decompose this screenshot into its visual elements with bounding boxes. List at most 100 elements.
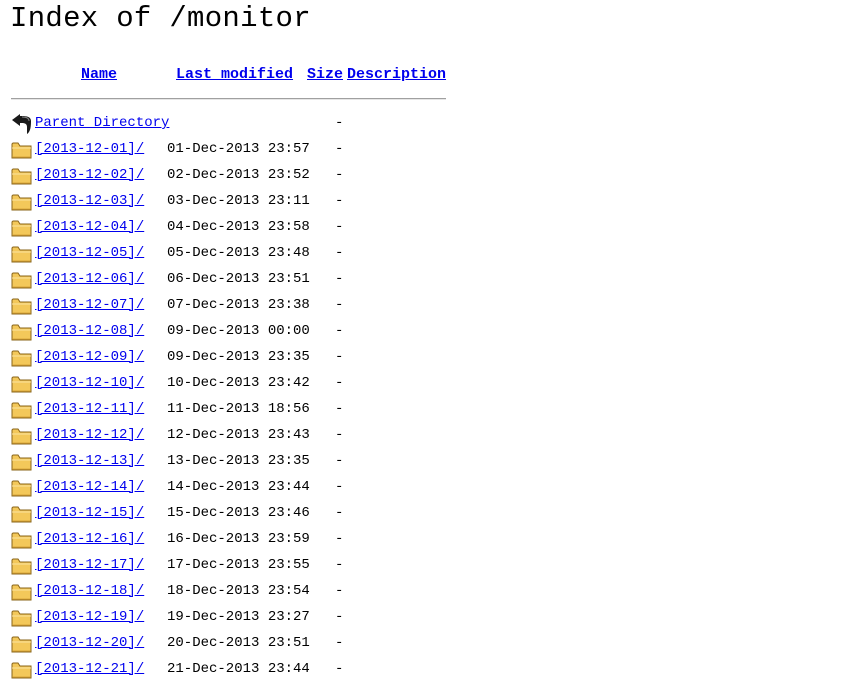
directory-row: [2013-12-17]/ 17-Dec-2013 23:55 - xyxy=(0,553,861,579)
size-value: - xyxy=(335,609,344,625)
size-value: - xyxy=(335,661,344,677)
directory-link[interactable]: [2013-12-09]/ xyxy=(35,349,144,365)
last-modified-value: 18-Dec-2013 23:54 xyxy=(167,583,310,599)
last-modified-value: 11-Dec-2013 18:56 xyxy=(167,401,310,417)
parent-directory-size: - xyxy=(335,115,344,131)
column-header-last-modified[interactable]: Last modified xyxy=(176,66,293,83)
directory-link[interactable]: [2013-12-01]/ xyxy=(35,141,144,157)
directory-row: [2013-12-14]/ 14-Dec-2013 23:44 - xyxy=(0,475,861,501)
size-value: - xyxy=(335,167,344,183)
directory-link[interactable]: [2013-12-19]/ xyxy=(35,609,144,625)
directory-row: [2013-12-02]/ 02-Dec-2013 23:52 - xyxy=(0,163,861,189)
last-modified-value: 09-Dec-2013 00:00 xyxy=(167,323,310,339)
folder-icon xyxy=(11,504,33,524)
folder-icon xyxy=(11,244,33,264)
directory-row: [2013-12-08]/ 09-Dec-2013 00:00 - xyxy=(0,319,861,345)
parent-directory-link[interactable]: Parent Directory xyxy=(35,115,169,131)
folder-icon xyxy=(11,426,33,446)
folder-icon xyxy=(11,556,33,576)
size-value: - xyxy=(335,583,344,599)
last-modified-value: 05-Dec-2013 23:48 xyxy=(167,245,310,261)
back-arrow-icon xyxy=(11,114,33,134)
last-modified-value: 16-Dec-2013 23:59 xyxy=(167,531,310,547)
last-modified-value: 06-Dec-2013 23:51 xyxy=(167,271,310,287)
folder-icon xyxy=(11,660,33,680)
directory-link[interactable]: [2013-12-10]/ xyxy=(35,375,144,391)
size-value: - xyxy=(335,401,344,417)
directory-link[interactable]: [2013-12-21]/ xyxy=(35,661,144,677)
size-value: - xyxy=(335,557,344,573)
last-modified-value: 15-Dec-2013 23:46 xyxy=(167,505,310,521)
folder-icon xyxy=(11,192,33,212)
size-value: - xyxy=(335,245,344,261)
folder-icon xyxy=(11,634,33,654)
folder-icon xyxy=(11,218,33,238)
parent-directory-row: Parent Directory - xyxy=(0,111,861,137)
directory-link[interactable]: [2013-12-12]/ xyxy=(35,427,144,443)
directory-row: [2013-12-07]/ 07-Dec-2013 23:38 - xyxy=(0,293,861,319)
directory-row: [2013-12-15]/ 15-Dec-2013 23:46 - xyxy=(0,501,861,527)
size-value: - xyxy=(335,479,344,495)
directory-link[interactable]: [2013-12-20]/ xyxy=(35,635,144,651)
directory-row: [2013-12-01]/ 01-Dec-2013 23:57 - xyxy=(0,137,861,163)
directory-row: [2013-12-20]/ 20-Dec-2013 23:51 - xyxy=(0,631,861,657)
directory-link[interactable]: [2013-12-18]/ xyxy=(35,583,144,599)
column-header-size[interactable]: Size xyxy=(307,66,343,83)
last-modified-value: 02-Dec-2013 23:52 xyxy=(167,167,310,183)
directory-row: [2013-12-19]/ 19-Dec-2013 23:27 - xyxy=(0,605,861,631)
folder-icon xyxy=(11,140,33,160)
directory-link[interactable]: [2013-12-14]/ xyxy=(35,479,144,495)
last-modified-value: 01-Dec-2013 23:57 xyxy=(167,141,310,157)
directory-link[interactable]: [2013-12-04]/ xyxy=(35,219,144,235)
folder-icon xyxy=(11,582,33,602)
directory-row: [2013-12-05]/ 05-Dec-2013 23:48 - xyxy=(0,241,861,267)
directory-link[interactable]: [2013-12-02]/ xyxy=(35,167,144,183)
directory-row: [2013-12-21]/ 21-Dec-2013 23:44 - xyxy=(0,657,861,682)
folder-icon xyxy=(11,608,33,628)
size-value: - xyxy=(335,219,344,235)
folder-icon xyxy=(11,530,33,550)
size-value: - xyxy=(335,323,344,339)
directory-link[interactable]: [2013-12-11]/ xyxy=(35,401,144,417)
directory-link[interactable]: [2013-12-17]/ xyxy=(35,557,144,573)
last-modified-value: 21-Dec-2013 23:44 xyxy=(167,661,310,677)
size-value: - xyxy=(335,271,344,287)
directory-link[interactable]: [2013-12-13]/ xyxy=(35,453,144,469)
last-modified-value: 03-Dec-2013 23:11 xyxy=(167,193,310,209)
folder-icon xyxy=(11,478,33,498)
folder-icon xyxy=(11,296,33,316)
size-value: - xyxy=(335,349,344,365)
size-value: - xyxy=(335,193,344,209)
last-modified-value: 09-Dec-2013 23:35 xyxy=(167,349,310,365)
size-value: - xyxy=(335,453,344,469)
size-value: - xyxy=(335,635,344,651)
directory-link[interactable]: [2013-12-08]/ xyxy=(35,323,144,339)
size-value: - xyxy=(335,297,344,313)
column-header-name[interactable]: Name xyxy=(81,66,117,83)
directory-row: [2013-12-16]/ 16-Dec-2013 23:59 - xyxy=(0,527,861,553)
size-value: - xyxy=(335,375,344,391)
directory-row: [2013-12-13]/ 13-Dec-2013 23:35 - xyxy=(0,449,861,475)
last-modified-value: 20-Dec-2013 23:51 xyxy=(167,635,310,651)
size-value: - xyxy=(335,505,344,521)
directory-link[interactable]: [2013-12-06]/ xyxy=(35,271,144,287)
directory-row: [2013-12-10]/ 10-Dec-2013 23:42 - xyxy=(0,371,861,397)
directory-link[interactable]: [2013-12-03]/ xyxy=(35,193,144,209)
directory-link[interactable]: [2013-12-16]/ xyxy=(35,531,144,547)
last-modified-value: 12-Dec-2013 23:43 xyxy=(167,427,310,443)
directory-link[interactable]: [2013-12-15]/ xyxy=(35,505,144,521)
header-divider xyxy=(11,98,446,100)
directory-row: [2013-12-11]/ 11-Dec-2013 18:56 - xyxy=(0,397,861,423)
directory-link[interactable]: [2013-12-07]/ xyxy=(35,297,144,313)
column-header-description[interactable]: Description xyxy=(347,66,446,83)
directory-row: [2013-12-03]/ 03-Dec-2013 23:11 - xyxy=(0,189,861,215)
folder-icon xyxy=(11,270,33,290)
directory-link[interactable]: [2013-12-05]/ xyxy=(35,245,144,261)
directory-row: [2013-12-04]/ 04-Dec-2013 23:58 - xyxy=(0,215,861,241)
last-modified-value: 10-Dec-2013 23:42 xyxy=(167,375,310,391)
folder-icon xyxy=(11,322,33,342)
directory-row: [2013-12-12]/ 12-Dec-2013 23:43 - xyxy=(0,423,861,449)
folder-icon xyxy=(11,452,33,472)
page-title: Index of /monitor xyxy=(10,2,311,35)
last-modified-value: 19-Dec-2013 23:27 xyxy=(167,609,310,625)
